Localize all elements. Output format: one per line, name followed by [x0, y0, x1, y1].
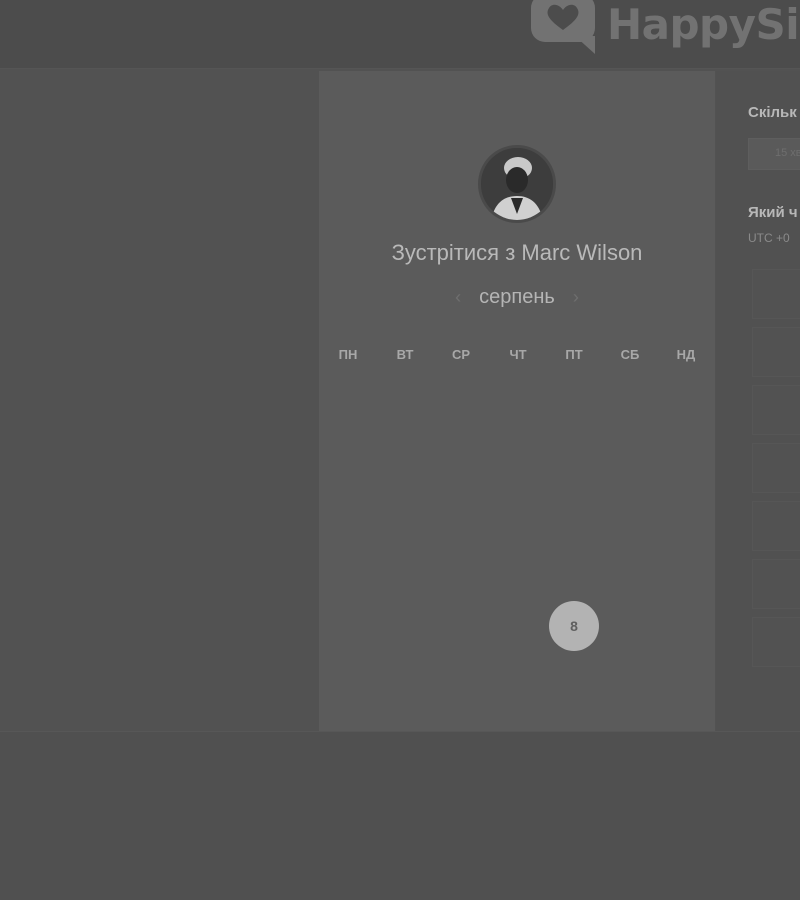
brand-logo[interactable]: HappySig [527, 0, 800, 56]
time-slot[interactable] [752, 617, 800, 667]
meeting-title: Зустрітися з Marc Wilson [319, 240, 715, 266]
calendar-grid: 8 [319, 380, 715, 710]
weekday-mon: ПН [338, 347, 358, 362]
weekday-wed: СР [451, 347, 471, 362]
top-bar: HappySig [0, 0, 800, 69]
heart-speech-bubble-icon [531, 0, 595, 54]
month-navigation: ‹ серпень › [319, 286, 715, 309]
duration-question: Скільк [748, 104, 797, 121]
time-question: Який ч [748, 204, 798, 221]
brand-name: HappySig [607, 0, 800, 49]
time-slot[interactable] [752, 269, 800, 319]
meeting-title-prefix: Зустрітися з [391, 240, 516, 265]
timezone-label: UTC +0 [748, 231, 790, 245]
time-slot[interactable] [752, 559, 800, 609]
prev-month-button[interactable]: ‹ [455, 287, 461, 308]
host-name: Marc Wilson [521, 240, 643, 265]
duration-select[interactable]: 15 хв [748, 138, 800, 170]
next-month-button[interactable]: › [573, 287, 579, 308]
time-slot[interactable] [752, 327, 800, 377]
options-panel: Скільк 15 хв Який ч UTC +0 [716, 71, 800, 731]
weekday-sat: СБ [620, 347, 640, 362]
time-slot[interactable] [752, 501, 800, 551]
time-slot[interactable] [752, 385, 800, 435]
weekday-thu: ЧТ [509, 347, 527, 362]
calendar-day-available[interactable]: 8 [549, 601, 599, 651]
weekday-sun: НД [676, 347, 696, 362]
weekday-tue: ВТ [396, 347, 414, 362]
time-slot[interactable] [752, 443, 800, 493]
duration-value: 15 хв [775, 147, 800, 159]
weekday-fri: ПТ [565, 347, 583, 362]
person-photo-icon [481, 148, 553, 220]
weekday-header: ПН ВТ СР ЧТ ПТ СБ НД [319, 347, 715, 367]
current-month: серпень [479, 286, 555, 308]
host-avatar [478, 145, 556, 223]
